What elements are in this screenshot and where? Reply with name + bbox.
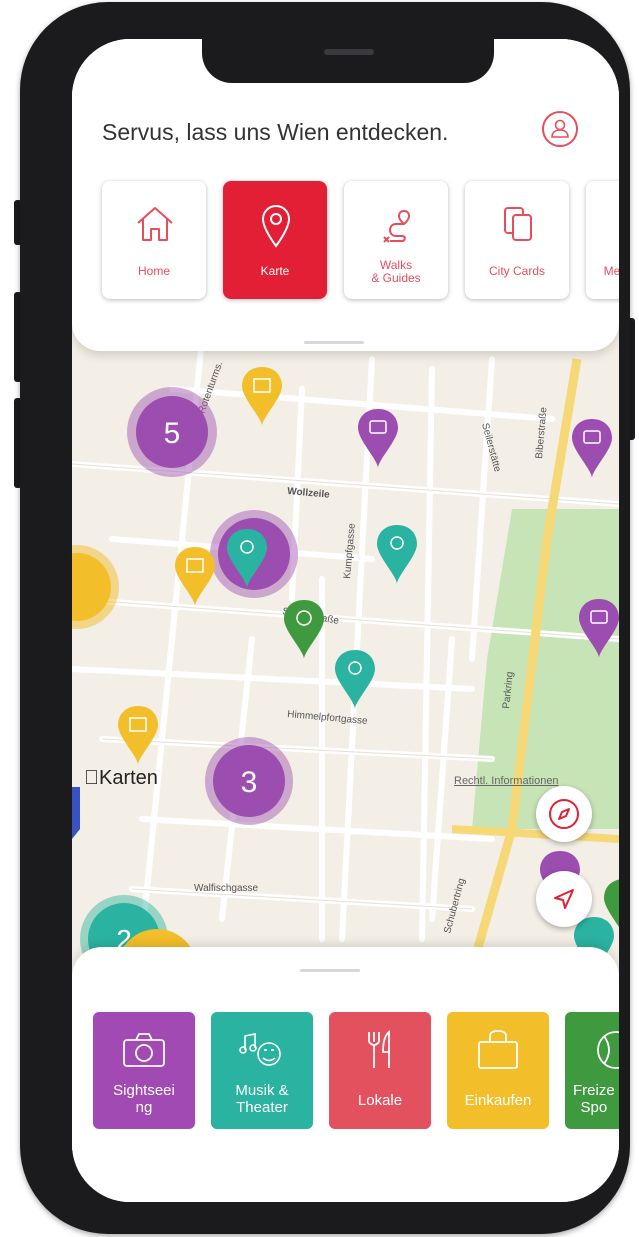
location-arrow-icon (554, 889, 574, 909)
tile-karte-label: Karte (260, 264, 290, 278)
tile-karte[interactable]: Karte (223, 181, 327, 299)
cluster-5-count: 5 (164, 417, 181, 450)
map-pin-icon (261, 205, 291, 248)
app-screen: Wollzeile Himmelpfortgasse Walfischgasse… (72, 39, 619, 1202)
tile-home[interactable]: Home (102, 181, 206, 299)
category-sightseeing-label: Sightseei ng (93, 1082, 195, 1116)
category-musik-theater[interactable]: Musik & Theater (211, 1012, 313, 1129)
category-lokale-label: Lokale (357, 1092, 403, 1109)
category-freizeit-line1: Freize (573, 1082, 615, 1099)
greeting: Servus, lass uns Wien entdecken. (102, 119, 449, 145)
category-musik-line1: Musik & (235, 1082, 289, 1099)
category-einkaufen[interactable]: Einkaufen (447, 1012, 549, 1129)
tile-city-cards-label: City Cards (488, 264, 545, 278)
category-panel: Sightseei ng Musik & Theater Lokale Eink… (72, 947, 619, 1202)
fork-knife-icon (368, 1030, 390, 1068)
tile-me[interactable]: Me (586, 181, 619, 299)
category-sightseeing-line1: Sightseei (113, 1082, 175, 1099)
category-freizeit-line2: Spo (580, 1099, 608, 1116)
category-einkaufen-label: Einkaufen (464, 1092, 532, 1109)
tile-home-label: Home (137, 264, 170, 278)
tile-walks-label: Walks & Guides (344, 259, 448, 285)
tile-walks-label-line2: & Guides (371, 271, 421, 285)
home-icon (137, 207, 173, 241)
music-theater-icon (239, 1033, 281, 1066)
cards-icon (504, 207, 532, 241)
top-panel-handle[interactable] (304, 341, 364, 344)
top-panel: Servus, lass uns Wien entdecken. Home Ka… (72, 39, 619, 351)
tile-city-cards[interactable]: City Cards (465, 181, 569, 299)
phone-frame: Wollzeile Himmelpfortgasse Walfischgasse… (20, 2, 630, 1234)
category-lokale[interactable]: Lokale (329, 1012, 431, 1129)
attribution-label: Karten (84, 767, 158, 789)
heart-icon (618, 203, 619, 245)
apple-maps-attribution[interactable]: Karten (84, 767, 158, 790)
notch (202, 35, 494, 83)
nav-tiles: Home Karte Walks & Guides City Cards Me (102, 181, 619, 301)
tile-me-label: Me (603, 264, 619, 278)
category-musik-label: Musik & Theater (211, 1082, 313, 1116)
category-sightseeing[interactable]: Sightseei ng (93, 1012, 195, 1129)
tile-walks-guides[interactable]: Walks & Guides (344, 181, 448, 299)
category-freizeit-label: Freize Spo (573, 1082, 615, 1116)
street-walfischgasse: Walfischgasse (194, 883, 259, 894)
user-icon (551, 119, 569, 138)
profile-button[interactable] (542, 111, 578, 147)
bottom-panel-handle[interactable] (300, 969, 360, 972)
ball-icon (597, 1031, 619, 1069)
compass-icon (549, 799, 579, 829)
speaker (324, 49, 374, 55)
category-sightseeing-line2: ng (135, 1099, 153, 1116)
route-icon (383, 209, 411, 243)
locate-button[interactable] (536, 871, 592, 927)
shopping-bag-icon (478, 1030, 518, 1069)
category-freizeit-sport[interactable]: Freize Spo (565, 1012, 619, 1129)
cluster-3-count: 3 (241, 766, 258, 799)
compass-button[interactable] (536, 786, 592, 842)
category-musik-line2: Theater (236, 1099, 288, 1116)
camera-icon (123, 1033, 165, 1067)
